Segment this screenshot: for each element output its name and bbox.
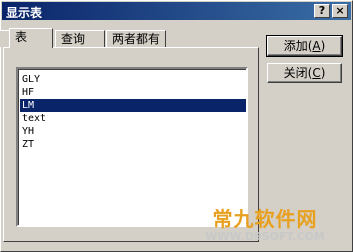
close-button[interactable]: 关闭(C) (267, 63, 342, 83)
close-button-label: 关闭 (283, 66, 308, 80)
add-hotkey: A (312, 39, 321, 53)
close-hotkey: C (312, 66, 321, 80)
list-item-lm[interactable]: LM (20, 99, 246, 112)
title-bar[interactable]: 显示表 ? × (2, 2, 351, 20)
tab-tables[interactable]: 表 (9, 28, 53, 48)
list-item-yh[interactable]: YH (20, 125, 246, 138)
tab-both[interactable]: 两者都有 (106, 30, 166, 47)
close-icon: × (335, 4, 345, 17)
question-icon: ? (318, 4, 326, 17)
add-button[interactable]: 添加(A) (266, 35, 343, 57)
list-item-gly[interactable]: GLY (20, 73, 246, 86)
list-item-zt[interactable]: ZT (20, 138, 246, 151)
close-window-button[interactable]: × (332, 4, 348, 18)
list-item-hf[interactable]: HF (20, 86, 246, 99)
window-title: 显示表 (6, 6, 43, 20)
table-list[interactable]: GLY HF LM text YH ZT (16, 67, 248, 227)
list-item-text[interactable]: text (20, 112, 246, 125)
help-button[interactable]: ? (314, 4, 330, 18)
tab-queries[interactable]: 查询 (55, 30, 105, 47)
add-button-label: 添加 (283, 39, 308, 53)
